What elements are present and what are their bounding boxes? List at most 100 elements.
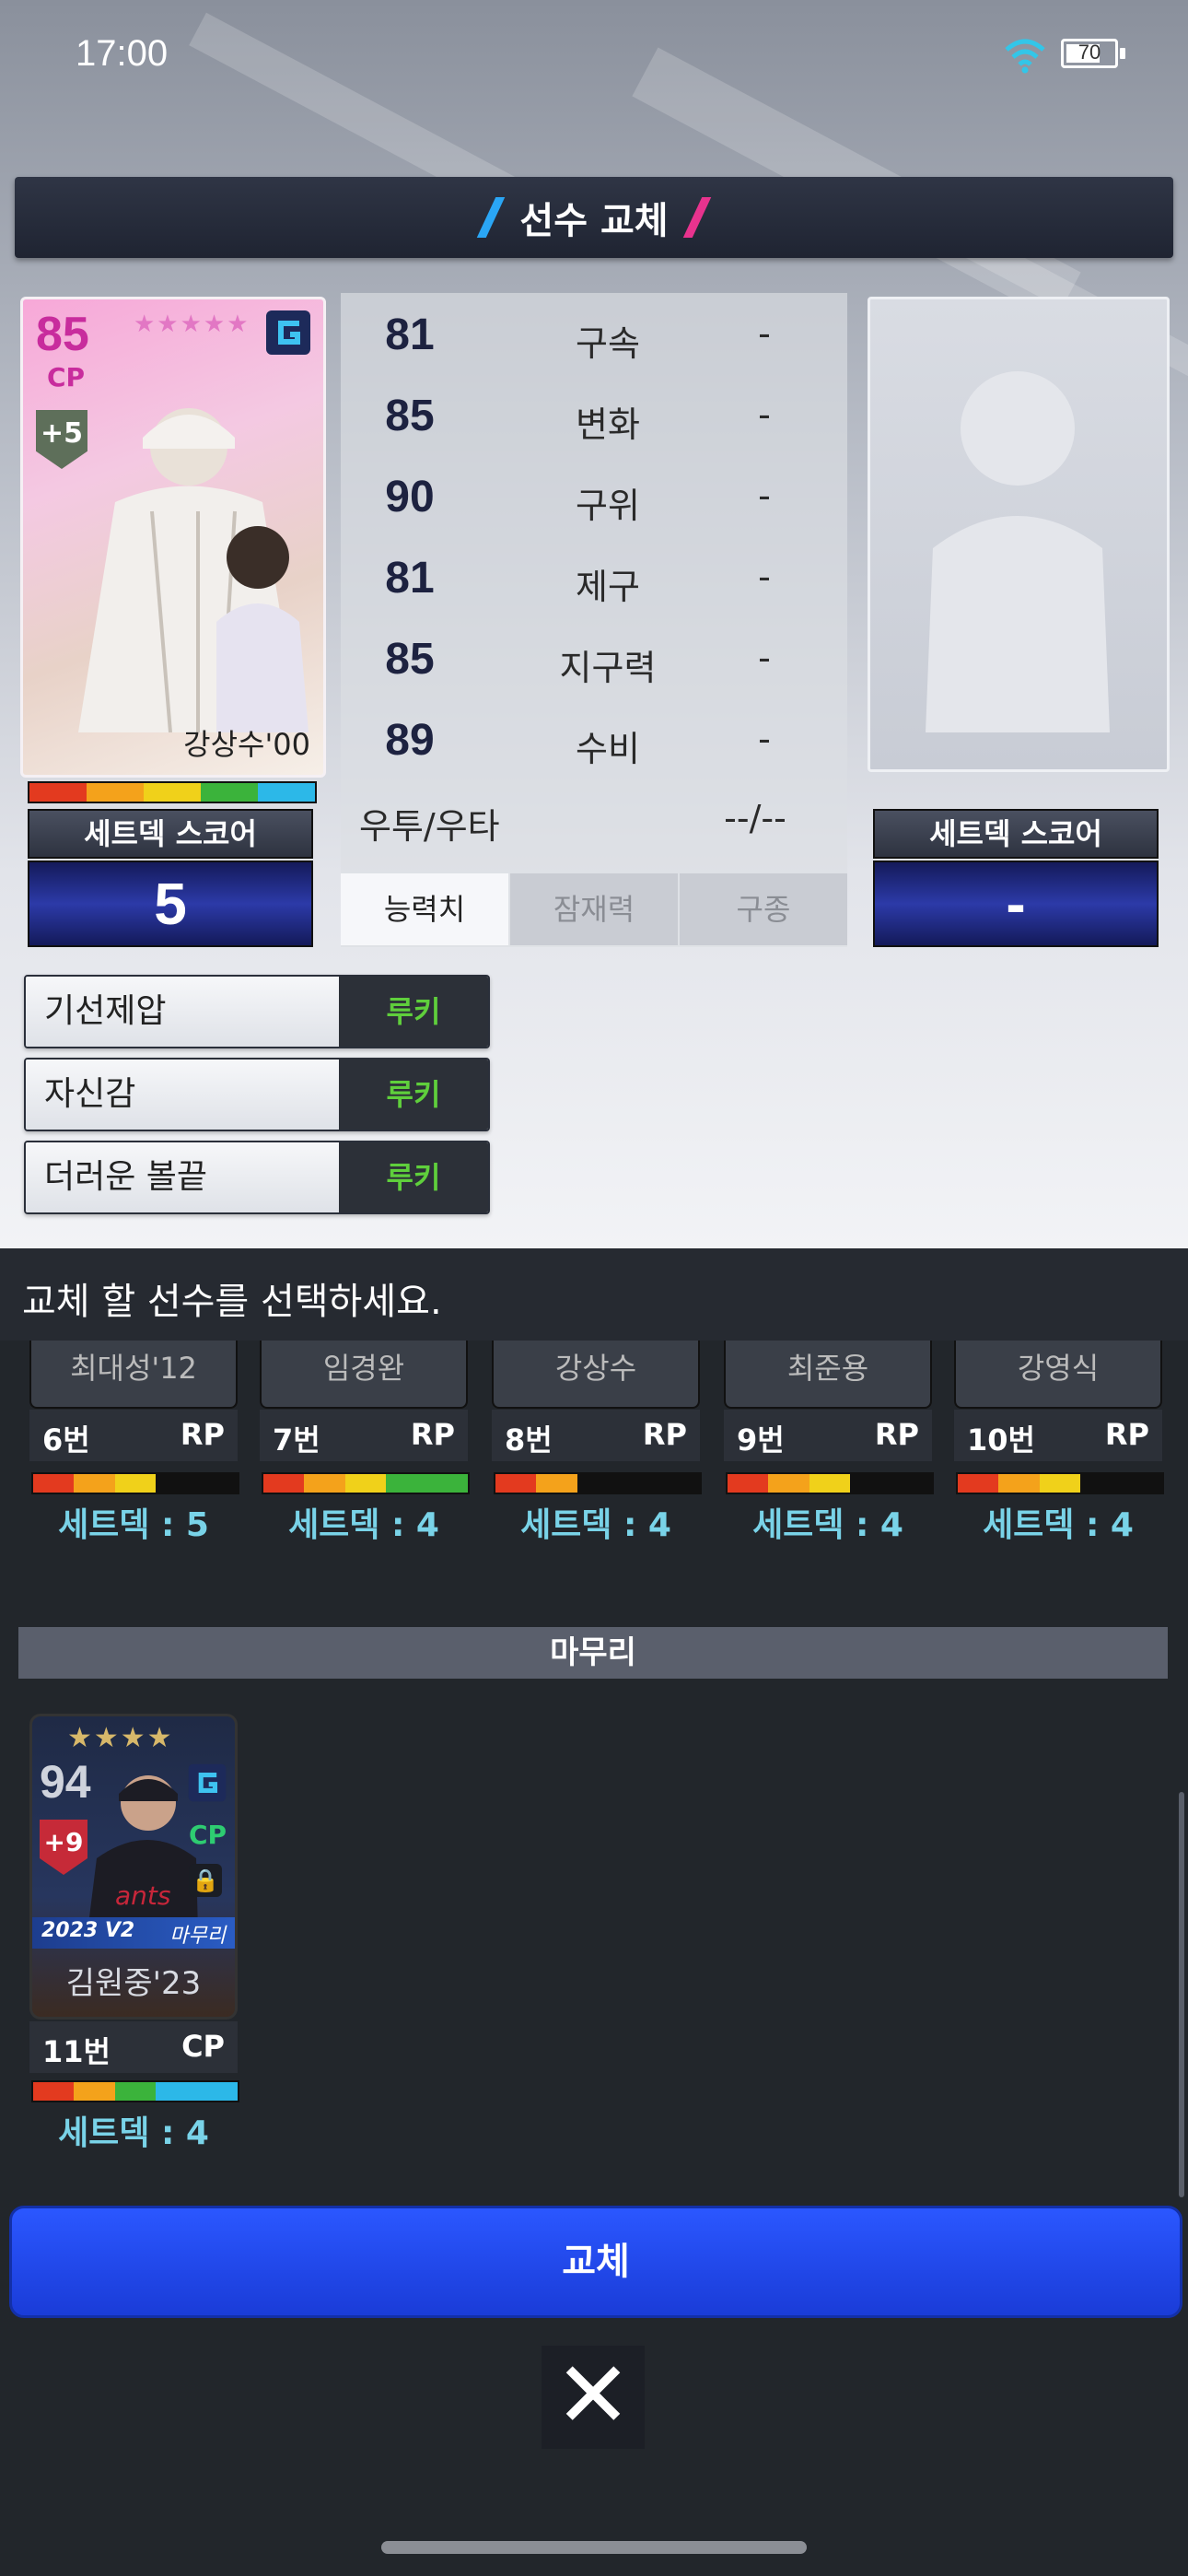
stat-value: 90 bbox=[385, 473, 435, 521]
battery-level: 70 bbox=[1077, 41, 1101, 64]
bullpen-card[interactable]: 강상수 bbox=[492, 1341, 700, 1409]
player-portrait: ants bbox=[87, 1775, 198, 1932]
bullpen-card[interactable]: 강영식 bbox=[954, 1341, 1162, 1409]
skill-level: 루키 bbox=[339, 1142, 488, 1212]
stat-row: 89 수비 - bbox=[341, 698, 847, 779]
card-position: CP bbox=[47, 362, 86, 392]
closer-name: 김원중'23 bbox=[65, 1965, 202, 2002]
stat-row: 85 지구력 - bbox=[341, 617, 847, 698]
target-score-label: 세트덱 스코어 bbox=[873, 809, 1159, 859]
bullpen-setdeck: 세트덱 : 4 bbox=[983, 1506, 1134, 1544]
stat-label: 변화 bbox=[576, 404, 640, 445]
bullpen-number: 6번 bbox=[42, 1423, 90, 1458]
setdeck-score-value: 5 bbox=[28, 861, 313, 947]
condition-bar bbox=[956, 1472, 1164, 1494]
closer-info: 11번 CP bbox=[29, 2021, 238, 2073]
stat-value: 85 bbox=[385, 392, 435, 440]
tab-ability[interactable]: 능력치 bbox=[341, 873, 508, 945]
dialog-title: 선수 교체 bbox=[519, 200, 669, 242]
skill-name: 자신감 bbox=[26, 1060, 339, 1130]
skill-row: 기선제압 루키 bbox=[24, 975, 490, 1048]
status-time: 17:00 bbox=[76, 33, 169, 74]
bullpen-number: 8번 bbox=[505, 1423, 553, 1458]
skill-level: 루키 bbox=[339, 977, 488, 1047]
stat-row: 85 변화 - bbox=[341, 374, 847, 455]
bullpen-info: 10번 RP bbox=[954, 1410, 1162, 1461]
closer-position: CP bbox=[181, 2029, 225, 2064]
condition-bar bbox=[31, 2080, 239, 2102]
replace-button[interactable]: 교체 bbox=[9, 2206, 1182, 2318]
current-player-card[interactable]: 85 CP ★★★★★ +5 강상수'00 bbox=[20, 297, 326, 778]
team-logo-icon bbox=[266, 310, 310, 355]
condition-bar bbox=[726, 1472, 934, 1494]
bullpen-position: RP bbox=[180, 1417, 225, 1452]
scrollbar[interactable] bbox=[1179, 1792, 1184, 2197]
card-player-name: 강상수'00 bbox=[183, 727, 310, 762]
home-indicator[interactable] bbox=[381, 2541, 807, 2554]
stats-panel: 81 구속 - 85 변화 - 90 구위 - 81 제구 - 85 지구력 -… bbox=[341, 293, 847, 947]
closer-rating: 94 bbox=[40, 1756, 91, 1808]
card-edition: 2023 V2 bbox=[41, 1919, 135, 1942]
skill-name: 더러운 볼끝 bbox=[26, 1142, 339, 1212]
target-score-value: - bbox=[873, 861, 1159, 947]
tab-pitch-types[interactable]: 구종 bbox=[680, 873, 847, 945]
stat-compare: - bbox=[758, 394, 771, 435]
stat-label: 구위 bbox=[576, 486, 640, 526]
hand-compare: --/-- bbox=[724, 798, 786, 838]
bullpen-setdeck: 세트덱 : 4 bbox=[520, 1506, 671, 1544]
stat-compare: - bbox=[758, 719, 771, 759]
bullpen-number: 9번 bbox=[737, 1423, 785, 1458]
stat-value: 81 bbox=[385, 554, 435, 603]
card-rating: 85 bbox=[36, 308, 89, 361]
battery-icon: 70 bbox=[1061, 39, 1127, 70]
stat-compare: - bbox=[758, 475, 771, 516]
silhouette-icon bbox=[926, 371, 1110, 732]
hand-label: 우투/우타 bbox=[359, 806, 500, 847]
stat-label: 수비 bbox=[576, 729, 640, 769]
condition-bar bbox=[28, 781, 317, 803]
close-icon[interactable]: ✕ bbox=[542, 2346, 645, 2449]
bullpen-position: RP bbox=[642, 1417, 687, 1452]
bullpen-position: RP bbox=[410, 1417, 455, 1452]
bullpen-card[interactable]: 임경완 bbox=[260, 1341, 468, 1409]
bullpen-info: 7번 RP bbox=[260, 1410, 468, 1461]
player-portrait bbox=[78, 408, 309, 732]
bullpen-info: 6번 RP bbox=[29, 1410, 238, 1461]
dialog-title-bar: 선수 교체 bbox=[15, 177, 1173, 258]
enhance-badge: +9 bbox=[40, 1820, 87, 1875]
closer-player-card[interactable]: ★★★★ 94 ants +9 CP 🔒 2023 V2 마무리 김원중'23 bbox=[29, 1714, 238, 2020]
title-accent-left bbox=[477, 197, 506, 238]
bullpen-info: 9번 RP bbox=[724, 1410, 932, 1461]
stat-compare: - bbox=[758, 313, 771, 354]
bullpen-position: RP bbox=[874, 1417, 919, 1452]
stat-compare: - bbox=[758, 556, 771, 597]
skill-level: 루키 bbox=[339, 1060, 488, 1130]
bullpen-info: 8번 RP bbox=[492, 1410, 700, 1461]
card-stars: ★★★★★ bbox=[134, 310, 250, 338]
closer-section-header: 마무리 bbox=[18, 1627, 1168, 1679]
stat-row: 81 제구 - bbox=[341, 536, 847, 617]
svg-text:ants: ants bbox=[115, 1880, 170, 1911]
stat-row: 81 구속 - bbox=[341, 293, 847, 374]
stat-label: 제구 bbox=[576, 567, 640, 607]
target-player-slot bbox=[868, 297, 1170, 772]
bullpen-position: RP bbox=[1104, 1417, 1149, 1452]
closer-number: 11번 bbox=[42, 2034, 111, 2069]
bullpen-number: 7번 bbox=[273, 1423, 320, 1458]
bullpen-setdeck: 세트덱 : 4 bbox=[288, 1506, 439, 1544]
wifi-icon bbox=[1005, 39, 1045, 74]
bullpen-setdeck: 세트덱 : 4 bbox=[752, 1506, 903, 1544]
tab-potential[interactable]: 잠재력 bbox=[510, 873, 678, 945]
stat-value: 89 bbox=[385, 716, 435, 765]
card-role: 마무리 bbox=[169, 1925, 226, 1948]
stat-value: 81 bbox=[385, 310, 435, 359]
title-accent-right bbox=[682, 197, 711, 238]
bullpen-card[interactable]: 최준용 bbox=[724, 1341, 932, 1409]
skill-row: 자신감 루키 bbox=[24, 1058, 490, 1131]
stat-compare: - bbox=[758, 638, 771, 678]
closer-setdeck: 세트덱 : 4 bbox=[58, 2114, 209, 2152]
stat-value: 85 bbox=[385, 635, 435, 684]
bullpen-card[interactable]: 최대성'12 bbox=[29, 1341, 238, 1409]
team-logo-icon bbox=[188, 1763, 227, 1802]
stat-row: 90 구위 - bbox=[341, 455, 847, 536]
